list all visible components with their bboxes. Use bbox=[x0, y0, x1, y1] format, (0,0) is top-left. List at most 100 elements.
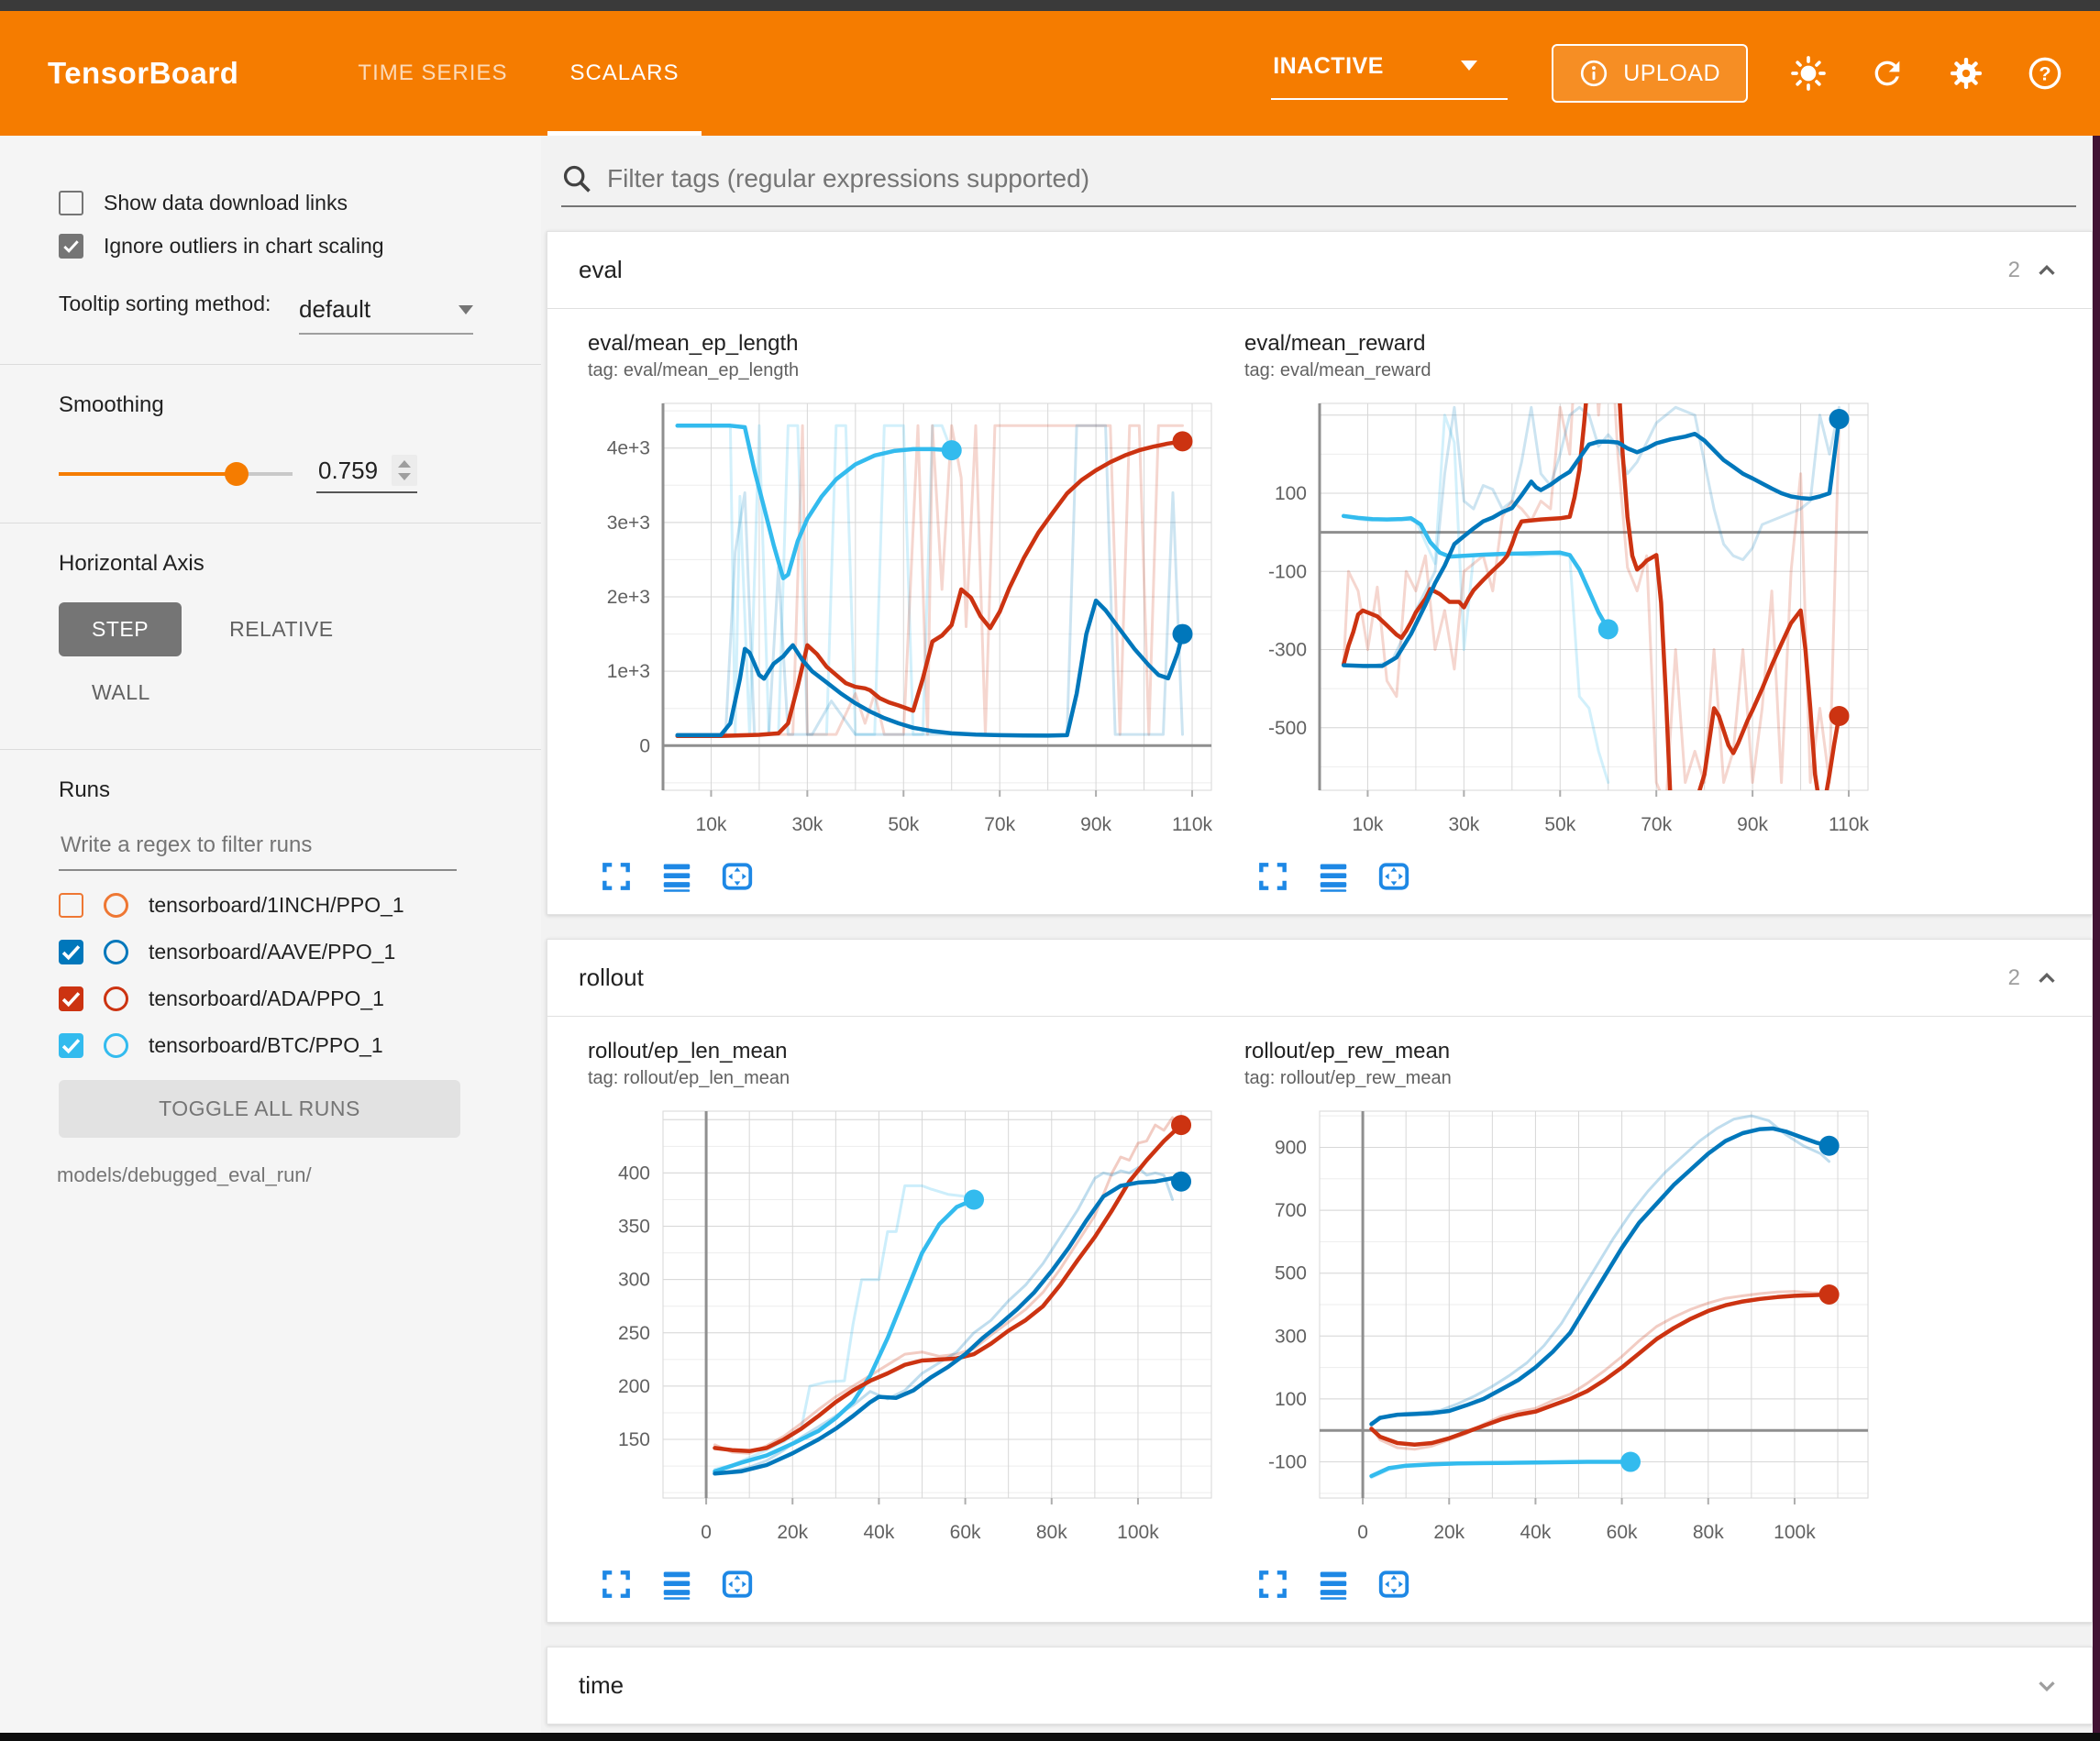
tab-scalars[interactable]: SCALARS bbox=[538, 11, 710, 136]
svg-text:3e+3: 3e+3 bbox=[607, 512, 650, 534]
chevron-up-icon[interactable] bbox=[2033, 964, 2061, 992]
chart-canvas-eval_mean_reward[interactable]: 10k30k50k70k90k110k100-100-300-500 bbox=[1243, 389, 1888, 847]
chart-axis-labels: 020k40k60k80k100k-100100300500700900 bbox=[1268, 1137, 1816, 1543]
ignore-outliers-checkbox[interactable] bbox=[59, 234, 83, 259]
svg-text:10k: 10k bbox=[1353, 814, 1384, 835]
scrollbar-strip[interactable] bbox=[2093, 136, 2100, 1741]
run-color-circle bbox=[104, 986, 128, 1011]
run-checkbox[interactable] bbox=[59, 940, 83, 964]
svg-text:0: 0 bbox=[701, 1522, 712, 1543]
section-chart-count: 2 bbox=[2008, 258, 2020, 283]
series-line bbox=[715, 1118, 1173, 1453]
svg-text:100: 100 bbox=[1275, 1389, 1307, 1410]
chevron-up-icon[interactable] bbox=[2033, 257, 2061, 284]
fit-domain-icon[interactable] bbox=[720, 859, 755, 894]
run-checkbox[interactable] bbox=[59, 893, 83, 918]
svg-text:70k: 70k bbox=[1641, 814, 1672, 835]
axis-wall-button[interactable]: WALL bbox=[84, 666, 158, 720]
series-line bbox=[1343, 419, 1839, 666]
fit-domain-icon[interactable] bbox=[1376, 859, 1411, 894]
chart-title: eval/mean_ep_length bbox=[588, 331, 1232, 357]
smoothing-slider[interactable] bbox=[59, 472, 293, 476]
svg-text:70k: 70k bbox=[984, 814, 1015, 835]
refresh-icon[interactable] bbox=[1869, 55, 1906, 92]
expand-chart-icon[interactable] bbox=[1255, 859, 1290, 894]
settings-gear-icon[interactable] bbox=[1948, 55, 1984, 92]
brightness-icon[interactable] bbox=[1790, 55, 1827, 92]
section-header-time[interactable]: time bbox=[547, 1647, 2092, 1724]
stepper-up-icon[interactable] bbox=[398, 460, 411, 468]
chart-canvas-eval_mean_ep_length[interactable]: 10k30k50k70k90k110k01e+32e+33e+34e+3 bbox=[586, 389, 1232, 847]
toggle-all-runs-button[interactable]: TOGGLE ALL RUNS bbox=[59, 1080, 460, 1138]
axis-relative-button[interactable]: RELATIVE bbox=[222, 602, 341, 656]
svg-text:50k: 50k bbox=[888, 814, 919, 835]
series-line bbox=[1372, 1116, 1829, 1423]
status-dropdown[interactable]: INACTIVE bbox=[1271, 48, 1508, 100]
chart-title: rollout/ep_len_mean bbox=[588, 1039, 1232, 1064]
tooltip-sorting-select[interactable]: default bbox=[299, 295, 473, 335]
smoothing-stepper[interactable] bbox=[392, 455, 417, 486]
fit-domain-icon[interactable] bbox=[1376, 1567, 1411, 1602]
run-item[interactable]: tensorboard/AAVE/PPO_1 bbox=[59, 940, 514, 964]
runs-selector-icon[interactable] bbox=[659, 859, 694, 894]
tag-filter bbox=[561, 163, 2076, 207]
runs-selector-icon[interactable] bbox=[1316, 1567, 1351, 1602]
chart-title: rollout/ep_rew_mean bbox=[1244, 1039, 1888, 1064]
run-color-circle bbox=[104, 893, 128, 918]
tag-filter-input[interactable] bbox=[605, 163, 2076, 194]
runs-base-path: models/debugged_eval_run/ bbox=[57, 1163, 514, 1187]
svg-text:-500: -500 bbox=[1268, 718, 1307, 739]
svg-text:400: 400 bbox=[618, 1163, 650, 1184]
expand-chart-icon[interactable] bbox=[599, 1567, 634, 1602]
smoothing-value-input[interactable] bbox=[316, 456, 392, 486]
run-item[interactable]: tensorboard/BTC/PPO_1 bbox=[59, 1033, 514, 1058]
chart-actions bbox=[1255, 859, 1888, 894]
chart-canvas-rollout_ep_rew_mean[interactable]: 020k40k60k80k100k-100100300500700900 bbox=[1243, 1096, 1888, 1555]
ignore-outliers-row[interactable]: Ignore outliers in chart scaling bbox=[59, 234, 514, 259]
svg-text:90k: 90k bbox=[1737, 814, 1768, 835]
runs-filter-input[interactable] bbox=[59, 827, 457, 871]
series-end-dot bbox=[1171, 1115, 1191, 1135]
svg-text:40k: 40k bbox=[1520, 1522, 1552, 1543]
svg-text:30k: 30k bbox=[791, 814, 823, 835]
fit-domain-icon[interactable] bbox=[720, 1567, 755, 1602]
expand-chart-icon[interactable] bbox=[1255, 1567, 1290, 1602]
expand-chart-icon[interactable] bbox=[599, 859, 634, 894]
section-header-eval[interactable]: eval 2 bbox=[547, 232, 2092, 309]
help-icon[interactable]: ? bbox=[2027, 55, 2063, 92]
chart-card-rollout_ep_len_mean: rollout/ep_len_meantag: rollout/ep_len_m… bbox=[586, 1037, 1232, 1602]
svg-text:60k: 60k bbox=[1607, 1522, 1638, 1543]
runs-selector-icon[interactable] bbox=[1316, 859, 1351, 894]
svg-text:30k: 30k bbox=[1448, 814, 1479, 835]
svg-text:150: 150 bbox=[618, 1429, 650, 1450]
check-icon bbox=[59, 1033, 83, 1058]
tab-time-series[interactable]: TIME SERIES bbox=[326, 11, 538, 136]
run-item[interactable]: tensorboard/1INCH/PPO_1 bbox=[59, 893, 514, 918]
series-line bbox=[715, 1178, 1182, 1473]
chart-axis-labels: 020k40k60k80k100k150200250300350400 bbox=[618, 1163, 1159, 1543]
chevron-down-icon[interactable] bbox=[2033, 1672, 2061, 1700]
svg-text:-300: -300 bbox=[1268, 640, 1307, 661]
smoothing-slider-fill bbox=[59, 472, 237, 476]
smoothing-slider-thumb[interactable] bbox=[225, 462, 249, 486]
chart-grid bbox=[1320, 1111, 1868, 1498]
chart-card-rollout_ep_rew_mean: rollout/ep_rew_meantag: rollout/ep_rew_m… bbox=[1243, 1037, 1888, 1602]
dashboard-main: eval 2 eval/mean_ep_lengthtag: eval/mean… bbox=[541, 136, 2100, 1741]
series-end-dot bbox=[942, 440, 962, 460]
axis-step-button[interactable]: STEP bbox=[59, 602, 182, 656]
run-checkbox[interactable] bbox=[59, 986, 83, 1011]
show-download-links-row[interactable]: Show data download links bbox=[59, 191, 514, 215]
section-title: eval bbox=[579, 256, 623, 284]
run-item[interactable]: tensorboard/ADA/PPO_1 bbox=[59, 986, 514, 1011]
upload-button[interactable]: UPLOAD bbox=[1552, 44, 1748, 103]
main-tabs: TIME SERIES SCALARS bbox=[326, 11, 710, 136]
section-header-rollout[interactable]: rollout 2 bbox=[547, 940, 2092, 1017]
svg-text:-100: -100 bbox=[1268, 1452, 1307, 1473]
svg-text:1e+3: 1e+3 bbox=[607, 661, 650, 682]
stepper-down-icon[interactable] bbox=[398, 473, 411, 480]
show-download-links-checkbox[interactable] bbox=[59, 191, 83, 215]
run-checkbox[interactable] bbox=[59, 1033, 83, 1058]
runs-selector-icon[interactable] bbox=[659, 1567, 694, 1602]
chart-canvas-rollout_ep_len_mean[interactable]: 020k40k60k80k100k150200250300350400 bbox=[586, 1096, 1232, 1555]
divider bbox=[0, 364, 541, 365]
